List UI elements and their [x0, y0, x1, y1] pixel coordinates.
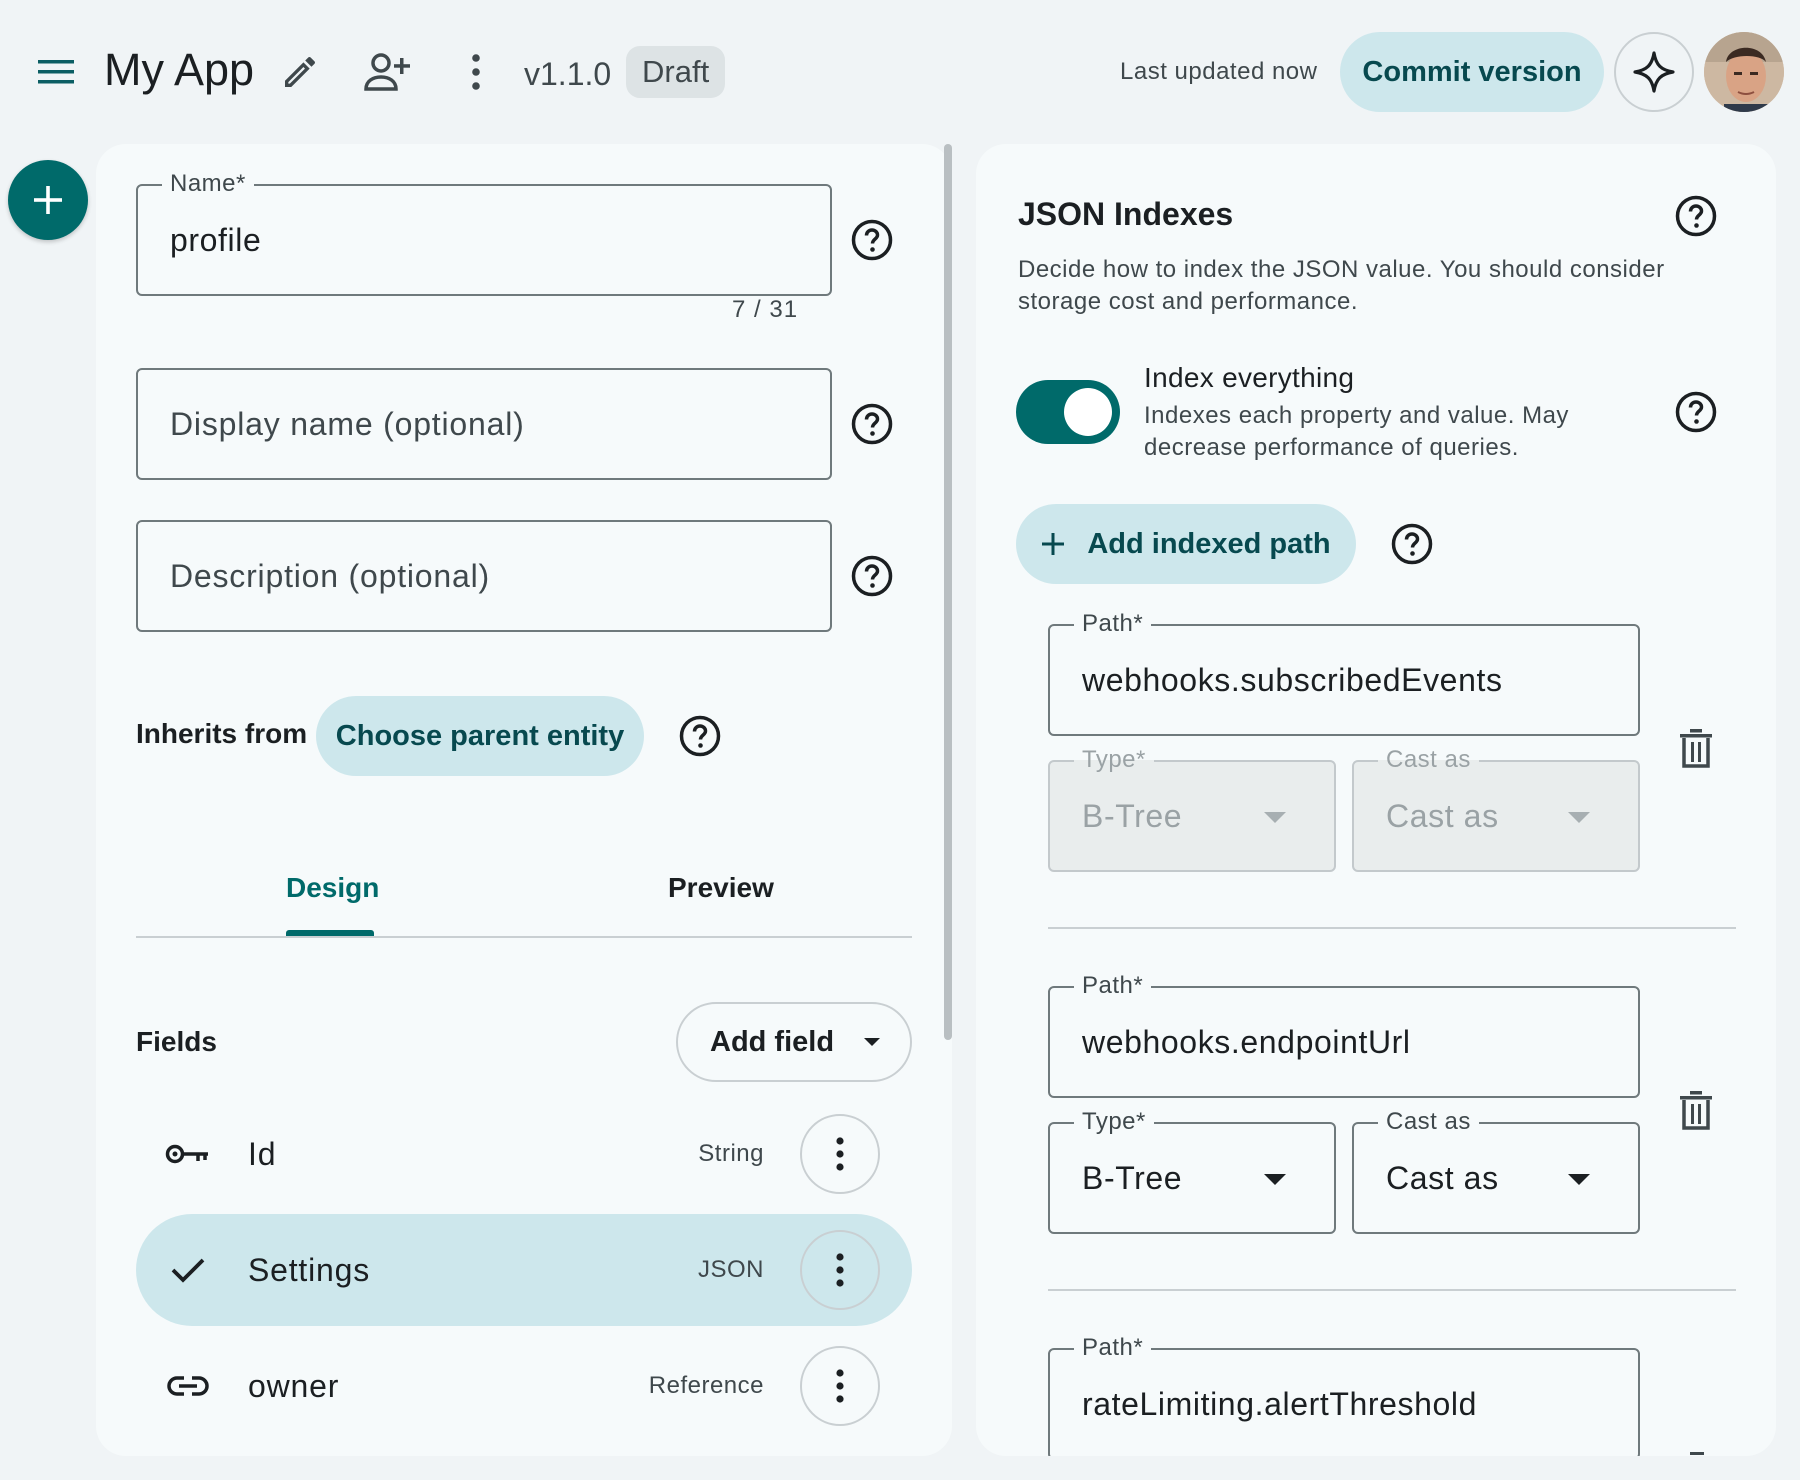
help-icon[interactable]	[850, 402, 894, 446]
dropdown-arrow-icon	[864, 1038, 881, 1046]
add-indexed-path-button[interactable]: Add indexed path	[1016, 504, 1356, 584]
add-field-label: Add field	[710, 1025, 835, 1058]
avatar[interactable]	[1704, 32, 1784, 112]
path-field-value: webhooks.subscribedEvents	[1082, 661, 1503, 698]
field-row-owner[interactable]: owner Reference	[136, 1330, 912, 1442]
field-name: Settings	[248, 1251, 371, 1288]
json-indexes-title: JSON Indexes	[1018, 196, 1234, 232]
cast-as-value: Cast as	[1386, 797, 1499, 834]
ai-assistant-button[interactable]	[1614, 32, 1694, 112]
index-type-select: Type* B-Tree	[1048, 746, 1336, 872]
cast-as-value: Cast as	[1386, 1159, 1499, 1196]
index-type-value: B-Tree	[1082, 1159, 1183, 1196]
menu-icon	[38, 60, 74, 84]
sparkle-icon	[1633, 51, 1675, 93]
link-icon	[164, 1364, 212, 1408]
field-options-button[interactable]	[800, 1114, 880, 1194]
add-field-button[interactable]: Add field	[676, 1002, 912, 1082]
index-everything-toggle[interactable]	[1016, 380, 1120, 444]
menu-button[interactable]	[28, 40, 84, 104]
scrollbar[interactable]	[944, 144, 952, 1040]
fields-heading: Fields	[136, 1026, 217, 1057]
index-everything-title: Index everything	[1144, 362, 1355, 393]
cast-as-select: Cast as Cast as	[1352, 746, 1640, 872]
delete-icon[interactable]	[1678, 1090, 1714, 1132]
description-placeholder: Description (optional)	[170, 557, 490, 594]
create-fab[interactable]	[8, 160, 88, 240]
divider	[1048, 927, 1736, 929]
key-icon	[164, 1132, 212, 1176]
toggle-knob	[1064, 388, 1112, 436]
add-person-icon	[364, 53, 410, 91]
cast-as-select[interactable]: Cast as Cast as	[1352, 1108, 1640, 1234]
display-name-field[interactable]: Display name (optional)	[136, 368, 832, 480]
path-field-value: rateLimiting.alertThreshold	[1082, 1385, 1478, 1422]
dropdown-arrow-icon	[1568, 1174, 1590, 1185]
delete-icon[interactable]	[1690, 1452, 1704, 1455]
version-label: v1.1.0	[524, 56, 612, 92]
field-row-id[interactable]: Id String	[136, 1098, 912, 1210]
name-char-counter: 7 / 31	[732, 296, 799, 323]
index-everything-description: Indexes each property and value. May dec…	[1144, 402, 1569, 461]
active-tab-indicator	[286, 930, 374, 936]
help-icon[interactable]	[1674, 390, 1718, 434]
dropdown-arrow-icon	[1568, 812, 1590, 823]
add-indexed-path-label: Add indexed path	[1087, 527, 1331, 560]
plus-icon	[34, 186, 62, 214]
more-vert-icon	[472, 54, 480, 90]
avatar-image	[1704, 32, 1784, 112]
field-options-button[interactable]	[800, 1346, 880, 1426]
path-field[interactable]: Path* webhooks.subscribedEvents	[1048, 610, 1640, 736]
field-name: owner	[248, 1367, 340, 1404]
field-type: String	[698, 1140, 764, 1167]
index-type-value: B-Tree	[1082, 797, 1183, 834]
inherits-from-label: Inherits from	[136, 718, 308, 749]
index-type-select[interactable]: Type* B-Tree	[1048, 1108, 1336, 1234]
help-icon[interactable]	[1390, 522, 1434, 566]
help-icon[interactable]	[1674, 194, 1718, 238]
field-type: Reference	[648, 1372, 764, 1399]
edit-title-button[interactable]	[276, 48, 324, 96]
choose-parent-entity-button[interactable]: Choose parent entity	[316, 696, 644, 776]
more-vert-icon	[836, 1137, 844, 1171]
more-vert-icon	[836, 1369, 844, 1403]
delete-icon[interactable]	[1678, 728, 1714, 770]
tab-divider	[136, 936, 912, 938]
name-field[interactable]: Name* profile	[136, 170, 832, 296]
edit-icon	[285, 57, 316, 87]
json-indexes-description: Decide how to index the JSON value. You …	[1018, 256, 1665, 315]
share-button[interactable]	[360, 46, 416, 98]
display-name-placeholder: Display name (optional)	[170, 405, 525, 442]
dropdown-arrow-icon	[1264, 812, 1286, 823]
more-options-button[interactable]	[456, 48, 496, 96]
status-badge: Draft	[626, 46, 726, 98]
check-icon	[164, 1248, 212, 1292]
field-name: Id	[248, 1135, 277, 1172]
dropdown-arrow-icon	[1264, 1174, 1286, 1185]
tab-design[interactable]: Design	[286, 872, 379, 904]
commit-version-button[interactable]: Commit version	[1340, 32, 1604, 112]
last-updated-text: Last updated now	[1120, 58, 1318, 85]
path-field[interactable]: Path* webhooks.endpointUrl	[1048, 972, 1640, 1098]
field-options-button[interactable]	[800, 1230, 880, 1310]
divider	[1048, 1289, 1736, 1291]
path-field-value: webhooks.endpointUrl	[1082, 1023, 1411, 1060]
help-icon[interactable]	[678, 714, 722, 758]
path-field[interactable]: Path* rateLimiting.alertThreshold	[1048, 1334, 1640, 1456]
app-title: My App	[104, 44, 255, 95]
help-icon[interactable]	[850, 218, 894, 262]
path-clip-area: Path* rateLimiting.alertThreshold	[1040, 1320, 1760, 1456]
field-row-settings[interactable]: Settings JSON	[136, 1214, 912, 1326]
name-field-value: profile	[170, 221, 262, 258]
tab-preview[interactable]: Preview	[668, 872, 774, 904]
more-vert-icon	[836, 1253, 844, 1287]
description-field[interactable]: Description (optional)	[136, 520, 832, 632]
plus-icon	[1042, 533, 1065, 555]
field-type: JSON	[697, 1256, 764, 1283]
help-icon[interactable]	[850, 554, 894, 598]
